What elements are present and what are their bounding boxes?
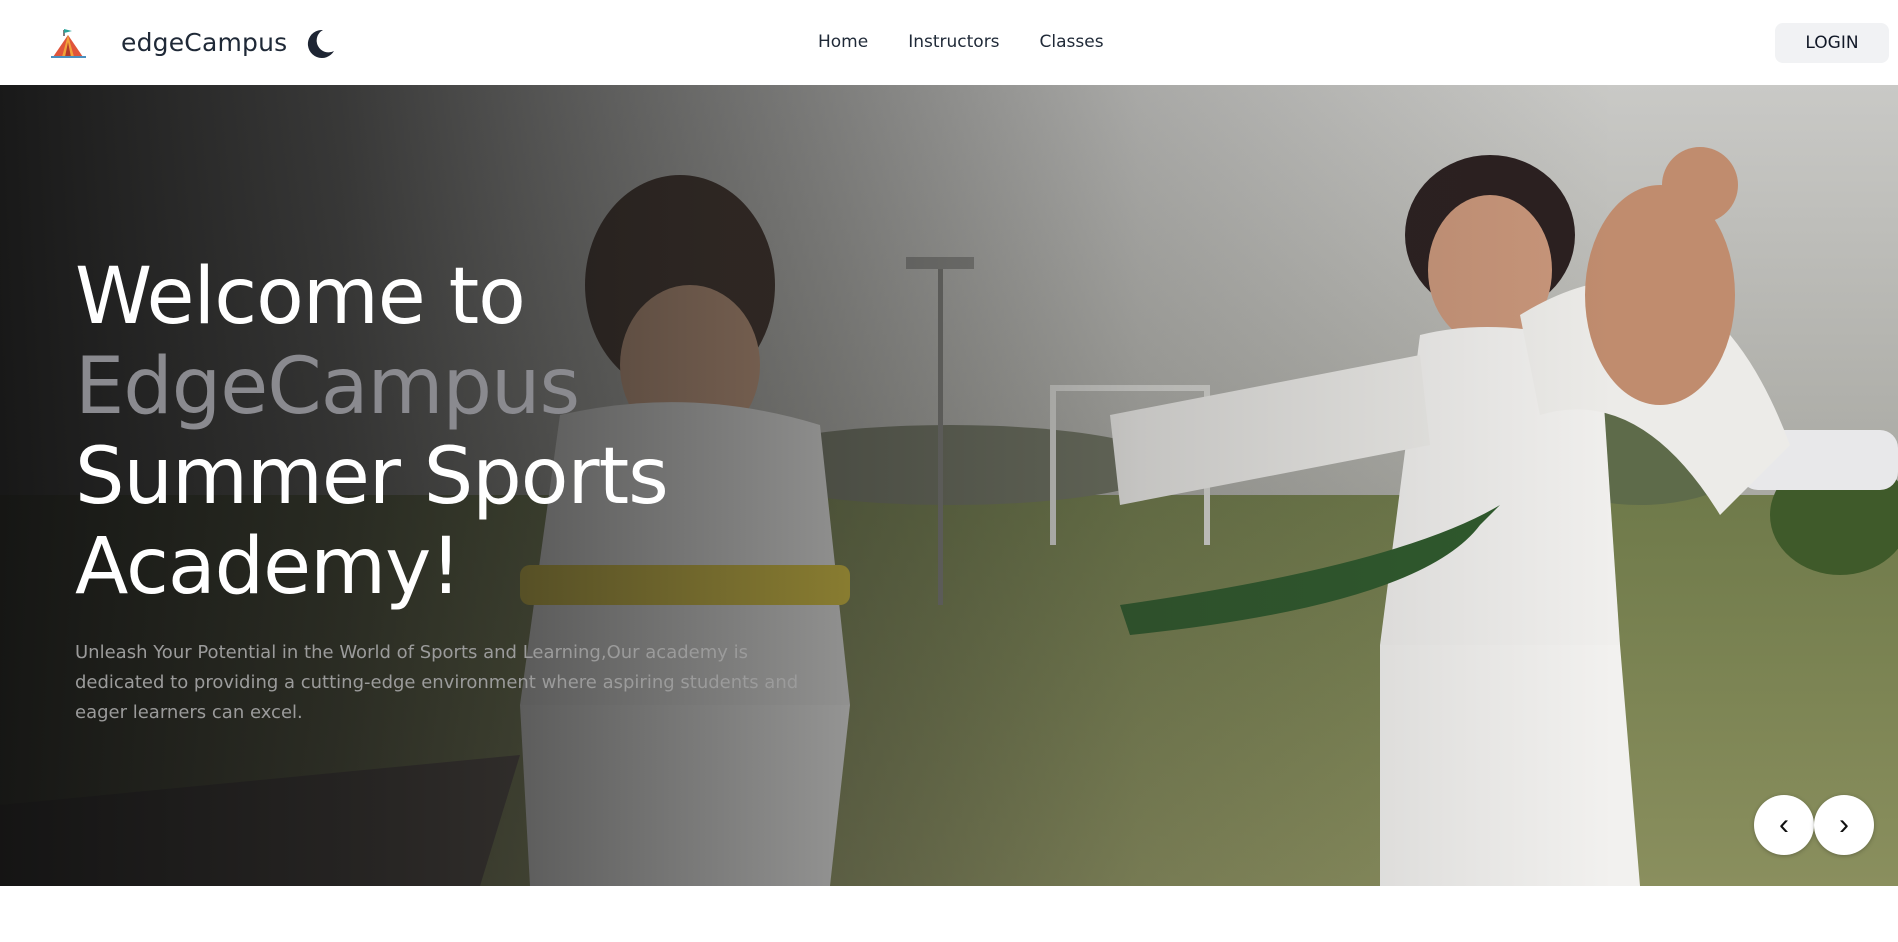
- nav-link-home[interactable]: Home: [818, 32, 868, 52]
- hero-title-accent: EdgeCampus: [75, 342, 580, 432]
- tent-logo-icon[interactable]: [48, 26, 92, 60]
- main-nav: Home Instructors Classes: [818, 32, 1104, 52]
- moon-icon[interactable]: [303, 27, 337, 61]
- carousel-next-button[interactable]: ›: [1814, 795, 1874, 855]
- hero-title-line: Academy!: [75, 522, 462, 612]
- hero-banner: Welcome to EdgeCampus Summer Sports Acad…: [0, 85, 1898, 886]
- hero-text-block: Welcome to EdgeCampus Summer Sports Acad…: [75, 252, 835, 728]
- hero-title-line: Welcome to: [75, 252, 526, 342]
- nav-link-classes[interactable]: Classes: [1040, 32, 1104, 52]
- carousel-prev-button[interactable]: ‹: [1754, 795, 1814, 855]
- hero-description: Unleash Your Potential in the World of S…: [75, 642, 799, 723]
- navbar: edgeCampus Home Instructors Classes LOGI…: [0, 0, 1898, 85]
- brand-name[interactable]: edgeCampus: [121, 28, 287, 57]
- login-button[interactable]: LOGIN: [1775, 23, 1889, 63]
- hero-title-line: Summer Sports: [75, 432, 669, 522]
- nav-link-instructors[interactable]: Instructors: [908, 32, 999, 52]
- hero-title: Welcome to EdgeCampus Summer Sports Acad…: [75, 252, 835, 612]
